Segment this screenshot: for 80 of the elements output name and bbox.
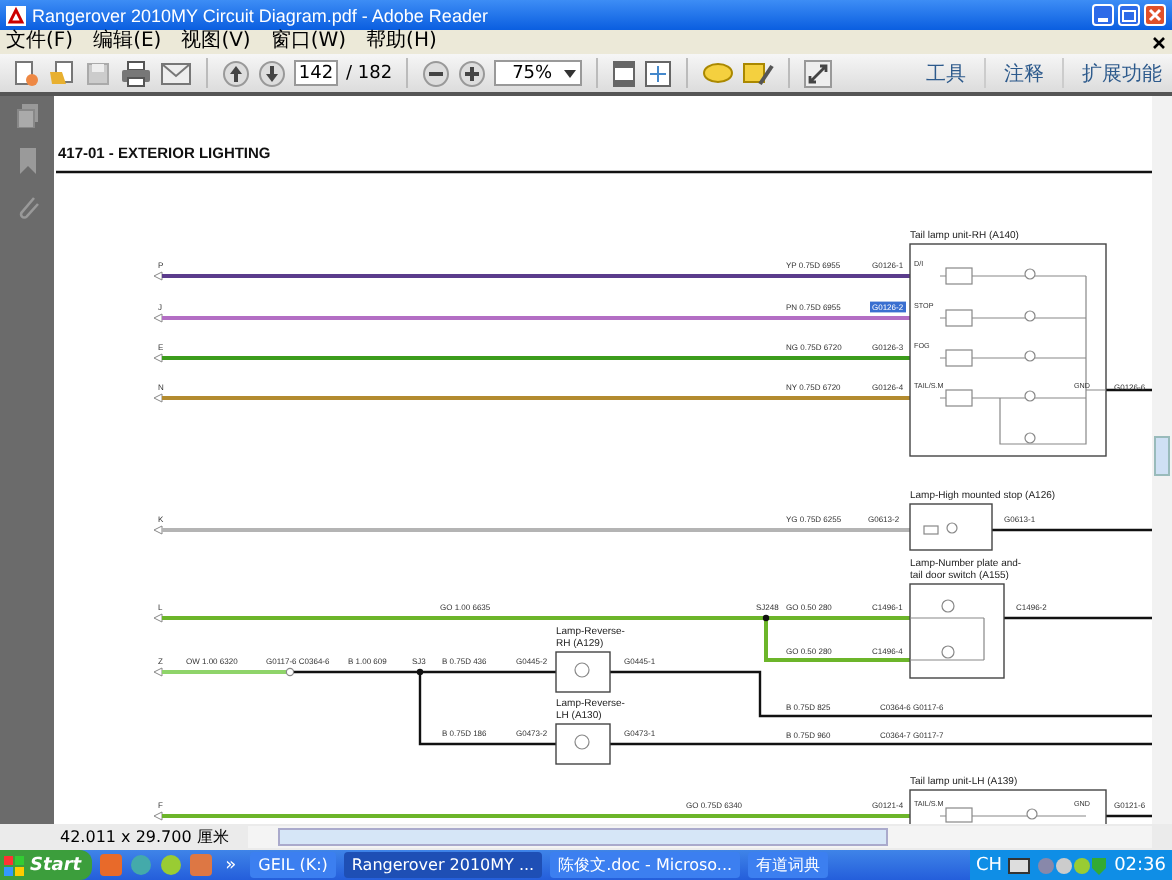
connector-arrow-icon	[153, 353, 163, 363]
expand-icon[interactable]	[804, 59, 833, 87]
more-button[interactable]: »	[219, 855, 243, 875]
lamp-symbol	[1024, 432, 1036, 444]
page-total: / 182	[346, 63, 393, 83]
driver-module	[945, 309, 973, 327]
lamp-symbol	[1026, 808, 1038, 820]
connector-arrow-icon	[153, 313, 163, 323]
minimize-button[interactable]	[1092, 4, 1114, 26]
taskbar-item[interactable]: GEIL (K:)	[250, 852, 336, 878]
connector-arrow-icon	[153, 393, 163, 403]
panel-button[interactable]: 注释	[994, 59, 1054, 87]
zoom-dropdown[interactable]: 75%	[494, 60, 583, 86]
email-icon[interactable]	[160, 61, 192, 85]
window-title: Rangerover 2010MY Circuit Diagram.pdf - Adobe Reader	[32, 5, 488, 25]
driver-module	[923, 525, 939, 535]
lamp-symbol	[1024, 390, 1036, 402]
create-document-icon[interactable]	[12, 59, 40, 87]
menu-item[interactable]: 帮助(H)	[366, 30, 437, 54]
taskbar-item[interactable]: Rangerover 2010MY ...	[343, 852, 543, 878]
start-button[interactable]: Start	[0, 850, 92, 880]
driver-module	[945, 389, 973, 407]
zoom-out-icon[interactable]	[422, 59, 451, 87]
close-icon[interactable]	[1152, 35, 1166, 49]
splice-dot	[416, 668, 424, 676]
menu-item[interactable]: 文件(F)	[6, 30, 74, 54]
driver-module	[945, 267, 973, 285]
splice-dot	[762, 614, 770, 622]
connector-arrow-icon	[153, 271, 163, 281]
connector-arrow-icon	[153, 525, 163, 535]
keyboard-icon[interactable]	[1008, 857, 1031, 873]
panel-button[interactable]: 扩展功能	[1072, 59, 1172, 87]
menu-item[interactable]: 窗口(W)	[270, 30, 347, 54]
menu-item[interactable]: 编辑(E)	[93, 30, 162, 54]
language-indicator[interactable]: CH	[976, 855, 1003, 875]
connector-arrow-icon	[153, 667, 163, 677]
fit-width-icon[interactable]	[644, 59, 673, 87]
panel-button[interactable]: 工具	[916, 59, 976, 87]
previous-page-icon[interactable]	[222, 59, 250, 87]
next-page-icon[interactable]	[258, 59, 286, 87]
fit-page-icon[interactable]	[612, 59, 637, 87]
clock: 02:36	[1114, 855, 1166, 875]
lamp-symbol	[574, 734, 590, 750]
windows-logo-icon	[4, 855, 24, 875]
lamp-symbol	[941, 645, 955, 659]
restore-button[interactable]	[1118, 4, 1140, 26]
driver-module	[945, 807, 973, 823]
connector-arrow-icon	[153, 811, 163, 821]
component-box	[555, 651, 611, 693]
menu-item[interactable]: 视图(V)	[181, 30, 251, 54]
pages-icon[interactable]	[15, 104, 39, 128]
open-folder-icon[interactable]	[48, 59, 76, 87]
lamp-symbol	[941, 599, 955, 613]
driver-module	[945, 349, 973, 367]
print-icon[interactable]	[120, 59, 152, 87]
comment-icon[interactable]	[702, 61, 735, 85]
page-number-field[interactable]: 142	[294, 60, 338, 86]
connector-arrow-icon	[153, 613, 163, 623]
connector-icon	[285, 667, 295, 677]
pdf-icon	[6, 5, 26, 25]
component-box	[555, 723, 611, 765]
component-box	[909, 503, 993, 551]
lamp-symbol	[946, 522, 958, 534]
lamp-symbol	[574, 662, 590, 678]
taskbar-item[interactable]: 有道词典	[748, 852, 829, 878]
close-button[interactable]	[1144, 4, 1166, 26]
vertical-scrollbar[interactable]	[1152, 96, 1172, 824]
lamp-symbol	[1024, 268, 1036, 280]
caret-icon	[564, 69, 577, 77]
horizontal-scrollbar[interactable]	[248, 826, 1152, 848]
tray-icons-drawing	[1036, 855, 1109, 875]
page-size-label: 42.011 x 29.700 厘米	[58, 826, 231, 848]
taskbar-item[interactable]: 陈俊文.doc - Microso...	[550, 852, 741, 878]
app-launcher-icon[interactable]	[159, 854, 182, 876]
highlight-pen-icon[interactable]	[742, 59, 775, 87]
lamp-symbol	[1024, 310, 1036, 322]
zoom-in-icon[interactable]	[458, 59, 487, 87]
paperclip-icon[interactable]	[15, 194, 39, 220]
component-box	[909, 583, 1005, 679]
lamp-symbol	[1024, 350, 1036, 362]
